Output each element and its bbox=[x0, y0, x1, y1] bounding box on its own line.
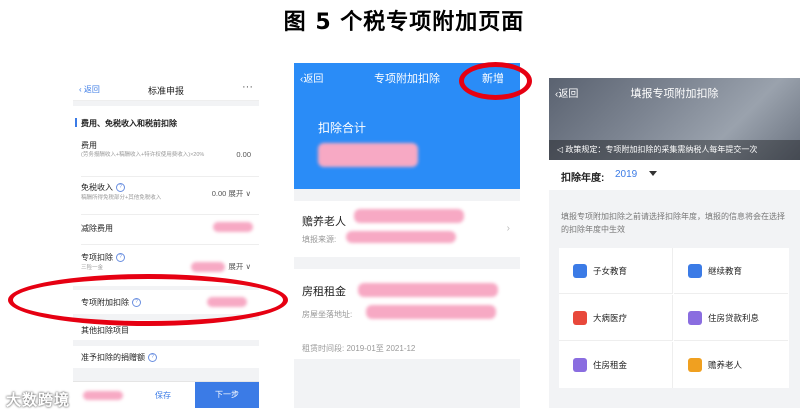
item-meta-period: 租赁时间段: 2019-01至 2021-12 bbox=[302, 344, 416, 353]
screen-title: 标准申报 bbox=[147, 86, 184, 96]
special-expand[interactable]: 展开 ∨ bbox=[228, 261, 251, 272]
exempt-income-label: 免税收入? bbox=[81, 182, 125, 193]
help-icon[interactable]: ? bbox=[148, 353, 157, 363]
standard-declaration-screen: ‹ 返回 标准申报 ··· 费用、免税收入和税前扣除 费用 (劳务报酬收入+稿酬… bbox=[73, 78, 259, 408]
help-icon[interactable]: ? bbox=[116, 253, 125, 263]
bottom-bar: 保存 下一步 bbox=[73, 381, 259, 408]
donation-row[interactable]: 准予扣除的捐赠额? bbox=[73, 346, 259, 368]
deduct-fee-label: 减除费用 bbox=[81, 224, 113, 233]
books-icon bbox=[573, 264, 587, 278]
nav-bar: ‹ 返回 标准申报 ··· bbox=[73, 78, 259, 101]
fill-special-deduction-screen: ‹返回 填报专项附加扣除 ◁ 政策规定：专项附加扣除的采集需纳税人每年提交一次 … bbox=[549, 78, 800, 408]
policy-notice: ◁ 政策规定：专项附加扣除的采集需纳税人每年提交一次 bbox=[549, 140, 800, 160]
list-item[interactable]: 房租租金 房屋坐落地址: 租赁时间段: 2019-01至 2021-12 bbox=[294, 269, 520, 359]
category-serious-illness[interactable]: 大病医疗 bbox=[559, 295, 673, 341]
watermark: 大数跨境 bbox=[6, 392, 71, 409]
house-loan-icon bbox=[688, 311, 702, 325]
category-elderly-support[interactable]: 赡养老人 bbox=[674, 342, 788, 388]
category-housing-rent[interactable]: 住房租金 bbox=[559, 342, 673, 388]
item-name: 房租租金 bbox=[302, 286, 346, 298]
deduction-total-label: 扣除合计 bbox=[318, 121, 367, 135]
special-deduction-label: 专项扣除? bbox=[81, 252, 125, 263]
help-icon[interactable]: ? bbox=[116, 183, 125, 193]
elderly-icon bbox=[688, 358, 702, 372]
year-selector[interactable]: 扣除年度: 2019 bbox=[549, 160, 800, 190]
fee-value: 0.00 bbox=[236, 150, 251, 159]
fee-desc: (劳务报酬收入+稿酬收入+特许权使用费收入)×20% bbox=[81, 152, 205, 158]
highlight-oval bbox=[8, 274, 288, 326]
next-button[interactable]: 下一步 bbox=[195, 382, 259, 408]
house-rent-icon bbox=[573, 358, 587, 372]
caret-down-icon bbox=[649, 171, 657, 176]
category-continuing-education[interactable]: 继续教育 bbox=[674, 248, 788, 294]
exempt-value[interactable]: 0.00 展开 ∨ bbox=[212, 188, 251, 199]
chevron-right-icon: › bbox=[506, 223, 510, 234]
banner: ‹返回 填报专项附加扣除 ◁ 政策规定：专项附加扣除的采集需纳税人每年提交一次 bbox=[549, 78, 800, 160]
category-housing-loan[interactable]: 住房贷款利息 bbox=[674, 295, 788, 341]
category-children-education[interactable]: 子女教育 bbox=[559, 248, 673, 294]
special-additional-deduction-screen: ‹返回 专项附加扣除 新增 扣除合计 赡养老人 填报来源: › 房租租金 房屋坐… bbox=[294, 63, 520, 408]
highlight-oval bbox=[459, 62, 532, 100]
screen-title: 填报专项附加扣除 bbox=[630, 88, 719, 100]
exempt-desc: 稿酬所得免税部分+其他免税收入 bbox=[81, 195, 162, 201]
more-icon[interactable]: ··· bbox=[242, 81, 253, 93]
list-item[interactable]: 赡养老人 填报来源: › bbox=[294, 201, 520, 257]
fee-label: 费用 bbox=[81, 141, 97, 150]
figure-title: 图 5 个税专项附加页面 bbox=[283, 10, 525, 35]
category-grid: 子女教育 继续教育 大病医疗 住房贷款利息 住房租金 赡养老人 bbox=[559, 248, 789, 388]
medical-kit-icon bbox=[573, 311, 587, 325]
section-title: 费用、免税收入和税前扣除 bbox=[75, 118, 177, 128]
speaker-icon: ◁ bbox=[557, 145, 564, 154]
deduction-card: 费用、免税收入和税前扣除 费用 (劳务报酬收入+稿酬收入+特许权使用费收入)×2… bbox=[73, 106, 259, 286]
item-name: 赡养老人 bbox=[302, 216, 346, 228]
save-button[interactable]: 保存 bbox=[155, 390, 171, 401]
item-meta: 填报来源: bbox=[302, 235, 337, 244]
item-meta: 房屋坐落地址: bbox=[302, 310, 353, 319]
year-tip: 填报专项附加扣除之前请选择扣除年度，填报的信息将会在选择的扣除年度中生效 bbox=[561, 212, 785, 234]
graduation-cap-icon bbox=[688, 264, 702, 278]
